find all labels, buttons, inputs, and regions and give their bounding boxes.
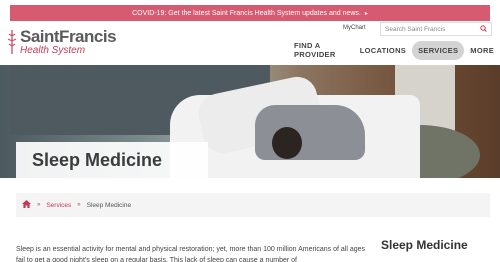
sidebar-title: Sleep Medicine xyxy=(381,238,468,252)
logo-sub-text: Health System xyxy=(20,45,86,56)
chevron-right-icon: ▸ xyxy=(364,10,368,17)
logo-brand-text: SaintFrancis xyxy=(20,27,117,46)
intro-paragraph: Sleep is an essential activity for menta… xyxy=(16,246,366,262)
search-icon[interactable] xyxy=(480,24,487,34)
search-placeholder: Search Saint Francis xyxy=(385,25,446,33)
nav-services[interactable]: SERVICES xyxy=(412,40,465,60)
cross-logo-icon xyxy=(7,29,17,55)
nav-more[interactable]: MORE xyxy=(464,41,500,60)
mychart-link[interactable]: MyChart xyxy=(343,25,366,31)
page-title: Sleep Medicine xyxy=(16,142,208,178)
breadcrumb-separator: » xyxy=(37,202,41,208)
alert-text: COVID-19: Get the latest Saint Francis H… xyxy=(132,9,361,17)
breadcrumb-separator: » xyxy=(77,202,81,208)
nav-find-a-provider[interactable]: FIND A PROVIDER xyxy=(288,36,354,64)
nav-locations[interactable]: LOCATIONS xyxy=(354,41,412,60)
home-icon[interactable] xyxy=(22,200,31,210)
covid-alert-banner[interactable]: COVID-19: Get the latest Saint Francis H… xyxy=(10,5,490,21)
breadcrumb-services[interactable]: Services xyxy=(46,202,71,209)
search-input[interactable]: Search Saint Francis xyxy=(380,22,492,36)
site-logo[interactable]: SaintFrancis Health System xyxy=(7,25,117,59)
breadcrumb: » Services » Sleep Medicine xyxy=(16,193,490,217)
main-nav: FIND A PROVIDER LOCATIONS SERVICES MORE xyxy=(288,40,500,60)
breadcrumb-current: Sleep Medicine xyxy=(86,201,132,209)
